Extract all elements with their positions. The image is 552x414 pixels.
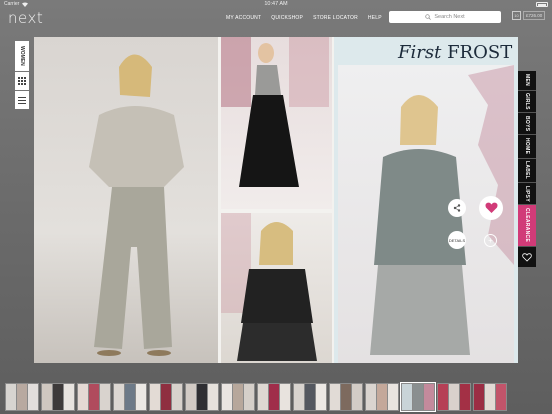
share-button[interactable] <box>448 199 466 217</box>
wifi-icon <box>22 2 29 7</box>
plus-icon: + <box>488 236 493 245</box>
details-button[interactable]: DETAILS <box>448 231 466 249</box>
search-input[interactable]: Search Next <box>389 11 501 23</box>
bag-total: £726.00 <box>523 11 546 20</box>
details-label: DETAILS <box>448 237 466 243</box>
nav-store-locator[interactable]: STORE LOCATOR <box>313 15 358 21</box>
tab-clearance-label: CLEARANCE <box>524 208 530 243</box>
page-thumbnail[interactable] <box>329 383 363 411</box>
hamburger-icon <box>18 96 26 104</box>
bag-icon: 10 <box>512 11 521 20</box>
tab-boys-label: BOYS <box>524 115 530 132</box>
grid-view-button[interactable] <box>15 72 29 90</box>
tab-home[interactable]: HOME <box>518 135 536 159</box>
grid-icon <box>18 77 26 85</box>
wishlist-button[interactable] <box>518 247 536 267</box>
heart-icon <box>485 202 497 213</box>
battery-icon <box>536 1 548 7</box>
category-tabs: MEN GIRLS BOYS HOME LABEL LIPSY CLEARANC… <box>518 71 536 267</box>
tab-men-label: MEN <box>524 74 530 87</box>
status-bar: Carrier 10:47 AM <box>0 0 552 8</box>
tab-home-label: HOME <box>524 138 530 155</box>
tab-label-label: LABEL <box>524 161 530 180</box>
product-photo-silver-outfit[interactable] <box>34 37 218 363</box>
page-thumbnail[interactable] <box>5 383 39 411</box>
model-figure <box>221 37 329 187</box>
add-button[interactable]: + <box>484 234 497 247</box>
page-thumbnail[interactable] <box>365 383 399 411</box>
headline-main: FROST <box>447 42 513 63</box>
catalogue-page-left <box>34 37 334 363</box>
tab-women[interactable]: WOMEN <box>15 41 29 71</box>
tab-men[interactable]: MEN <box>518 71 536 91</box>
page-thumbnail[interactable] <box>149 383 183 411</box>
page-thumbnail-current[interactable] <box>400 382 436 412</box>
model-figure <box>221 213 317 361</box>
page-thumbnail[interactable] <box>221 383 255 411</box>
nav-help[interactable]: HELP <box>368 15 382 21</box>
page-filmstrip <box>0 380 552 414</box>
product-photo-black-knit[interactable] <box>221 213 332 363</box>
page-thumbnail[interactable] <box>113 383 147 411</box>
search-placeholder: Search Next <box>434 14 465 20</box>
tab-label[interactable]: LABEL <box>518 159 536 183</box>
next-logo[interactable]: next <box>8 9 43 27</box>
page-thumbnail[interactable] <box>473 383 507 411</box>
app-header: next MY ACCOUNT QUICKSHOP STORE LOCATOR … <box>0 8 552 28</box>
shopping-bag[interactable]: 10 £726.00 <box>512 11 546 20</box>
page-thumbnail[interactable] <box>293 383 327 411</box>
tab-boys[interactable]: BOYS <box>518 113 536 135</box>
favourite-button[interactable] <box>479 196 503 220</box>
menu-button[interactable] <box>15 91 29 109</box>
share-icon <box>453 204 461 212</box>
tab-clearance[interactable]: CLEARANCE <box>518 205 536 247</box>
tab-women-label: WOMEN <box>19 46 25 66</box>
tab-girls-label: GIRLS <box>524 93 530 110</box>
heart-outline-icon <box>522 252 532 262</box>
tab-lipsy[interactable]: LIPSY <box>518 183 536 205</box>
top-nav: MY ACCOUNT QUICKSHOP STORE LOCATOR HELP <box>226 15 382 21</box>
nav-my-account[interactable]: MY ACCOUNT <box>226 15 261 21</box>
model-figure <box>89 54 184 356</box>
nav-quickshop[interactable]: QUICKSHOP <box>271 15 303 21</box>
product-photo-black-skirt[interactable] <box>221 37 332 209</box>
carrier-label: Carrier <box>4 1 20 7</box>
page-headline: First FROST <box>398 42 512 63</box>
tab-girls[interactable]: GIRLS <box>518 91 536 113</box>
bag-count: 10 <box>514 13 519 18</box>
page-thumbnail[interactable] <box>185 383 219 411</box>
tab-lipsy-label: LIPSY <box>524 185 530 202</box>
page-thumbnail[interactable] <box>41 383 75 411</box>
page-thumbnail[interactable] <box>257 383 291 411</box>
search-icon <box>425 14 432 20</box>
headline-italic: First <box>398 42 442 63</box>
status-time: 10:47 AM <box>264 1 288 7</box>
page-thumbnail[interactable] <box>437 383 471 411</box>
page-thumbnail[interactable] <box>77 383 111 411</box>
